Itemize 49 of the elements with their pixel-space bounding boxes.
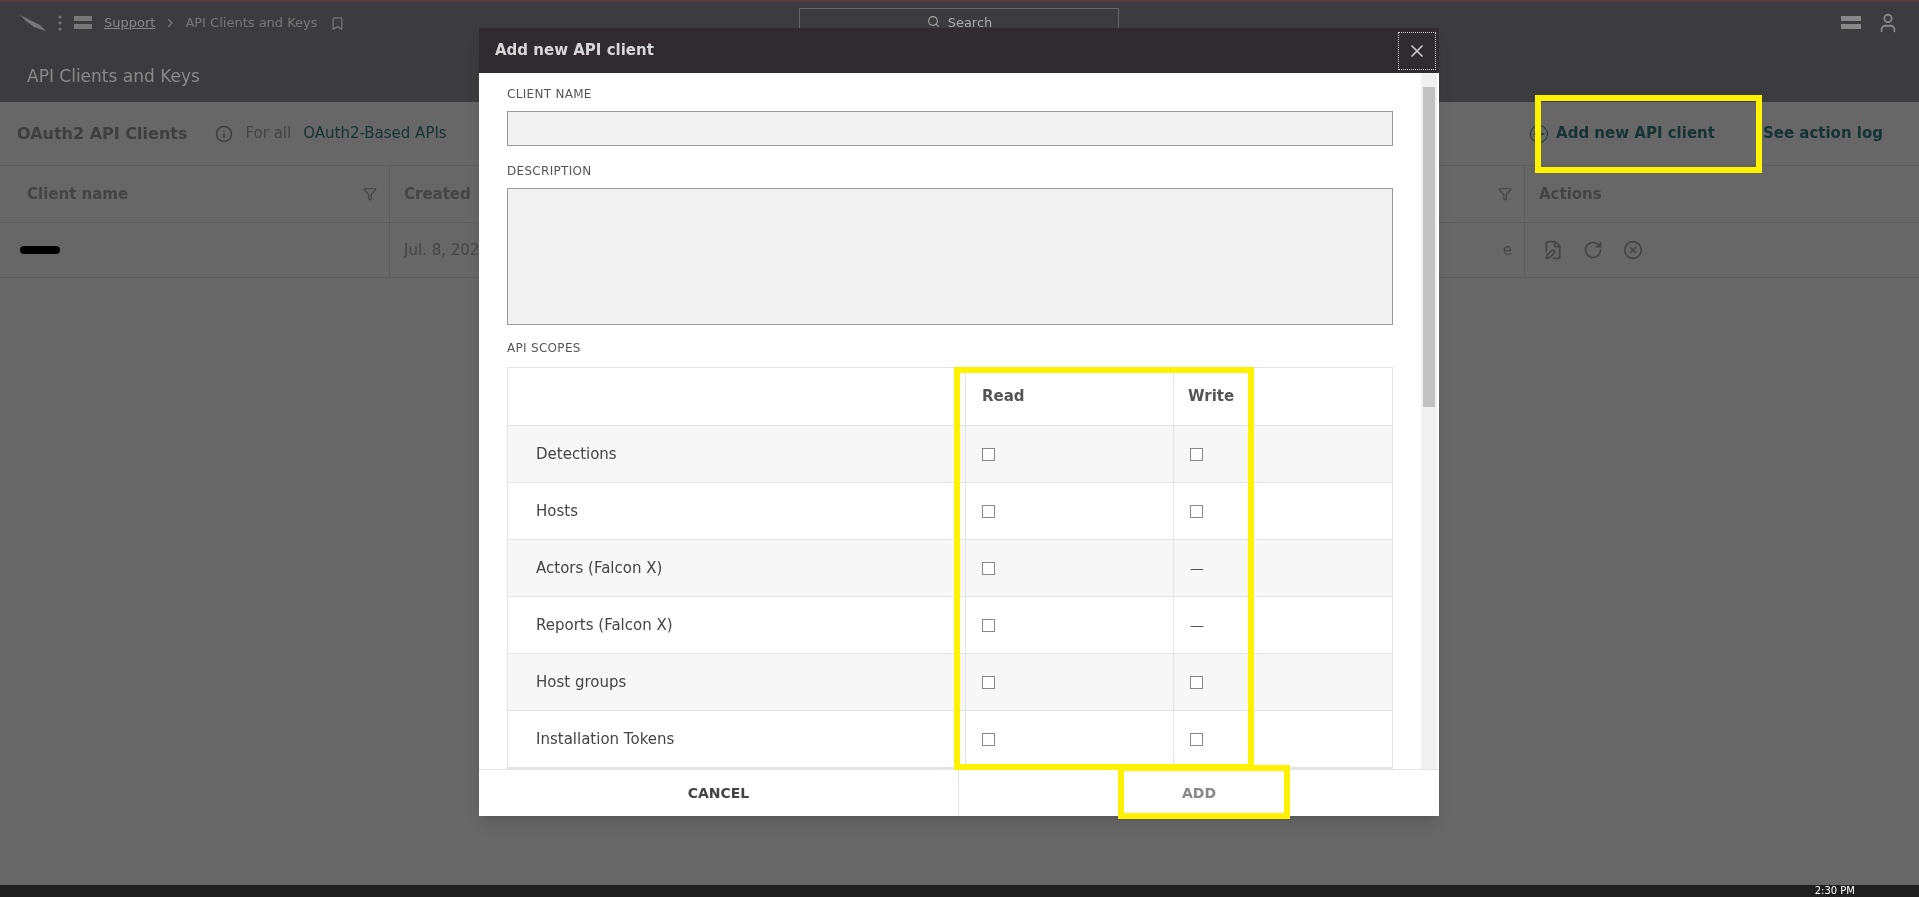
redacted-bar — [20, 246, 60, 254]
action-log-link[interactable]: See action log — [1762, 122, 1883, 145]
info-link[interactable]: OAuth2-Based APIs — [303, 122, 447, 145]
add-button[interactable]: ADD — [959, 770, 1439, 816]
filter-icon[interactable] — [1498, 187, 1512, 201]
delete-icon[interactable] — [1623, 240, 1643, 260]
checkbox[interactable] — [1190, 732, 1203, 746]
column-header: Write — [1187, 386, 1236, 408]
checkbox[interactable] — [982, 675, 995, 689]
scrollbar[interactable] — [1421, 73, 1437, 769]
info-icon — [215, 124, 234, 143]
field-label: DESCRIPTION — [507, 162, 593, 180]
scope-name: Hosts — [536, 500, 578, 522]
dash-text: — — [1190, 559, 1204, 578]
breadcrumb-link[interactable]: Support — [104, 13, 156, 33]
bookmark-icon[interactable] — [329, 15, 345, 31]
scope-name: Actors (Falcon X) — [536, 557, 663, 579]
field-label: CLIENT NAME — [507, 86, 593, 103]
checkbox[interactable] — [1190, 504, 1203, 518]
menu-logo-icon[interactable] — [74, 14, 92, 32]
chevron-icon — [167, 18, 174, 28]
checkbox[interactable] — [1190, 675, 1203, 689]
search-icon — [926, 15, 940, 28]
page-title: API Clients and Keys — [27, 65, 200, 88]
menu-logo-icon[interactable] — [1841, 14, 1861, 32]
dialog-title: Add new API client — [495, 40, 654, 62]
checkbox[interactable] — [982, 561, 995, 575]
dash-text: — — [1190, 616, 1204, 635]
taskbar-time: 2:30 PM — [1814, 886, 1855, 896]
add-client-button[interactable]: Add new API client — [1518, 122, 1727, 145]
vertical-dots-icon[interactable] — [58, 15, 62, 31]
close-button[interactable] — [1398, 31, 1436, 70]
breadcrumb-current: API Clients and Keys — [185, 14, 318, 33]
edit-icon[interactable] — [1543, 240, 1563, 260]
scope-name: Host groups — [536, 671, 627, 693]
scope-name: Installation Tokens — [536, 728, 675, 750]
checkbox[interactable] — [1190, 447, 1203, 461]
checkbox[interactable] — [982, 504, 995, 518]
cancel-button[interactable]: CANCEL — [479, 770, 959, 816]
scope-name: Detections — [536, 443, 617, 465]
field-label: API SCOPES — [507, 340, 582, 357]
column-header: Read — [966, 368, 1174, 425]
checkbox[interactable] — [982, 447, 995, 461]
client-name-input[interactable] — [507, 111, 1393, 146]
scope-name: Reports (Falcon X) — [536, 614, 673, 636]
checkbox[interactable] — [982, 732, 995, 746]
refresh-icon[interactable] — [1583, 240, 1603, 260]
checkbox[interactable] — [982, 618, 995, 632]
filter-icon[interactable] — [363, 187, 377, 201]
